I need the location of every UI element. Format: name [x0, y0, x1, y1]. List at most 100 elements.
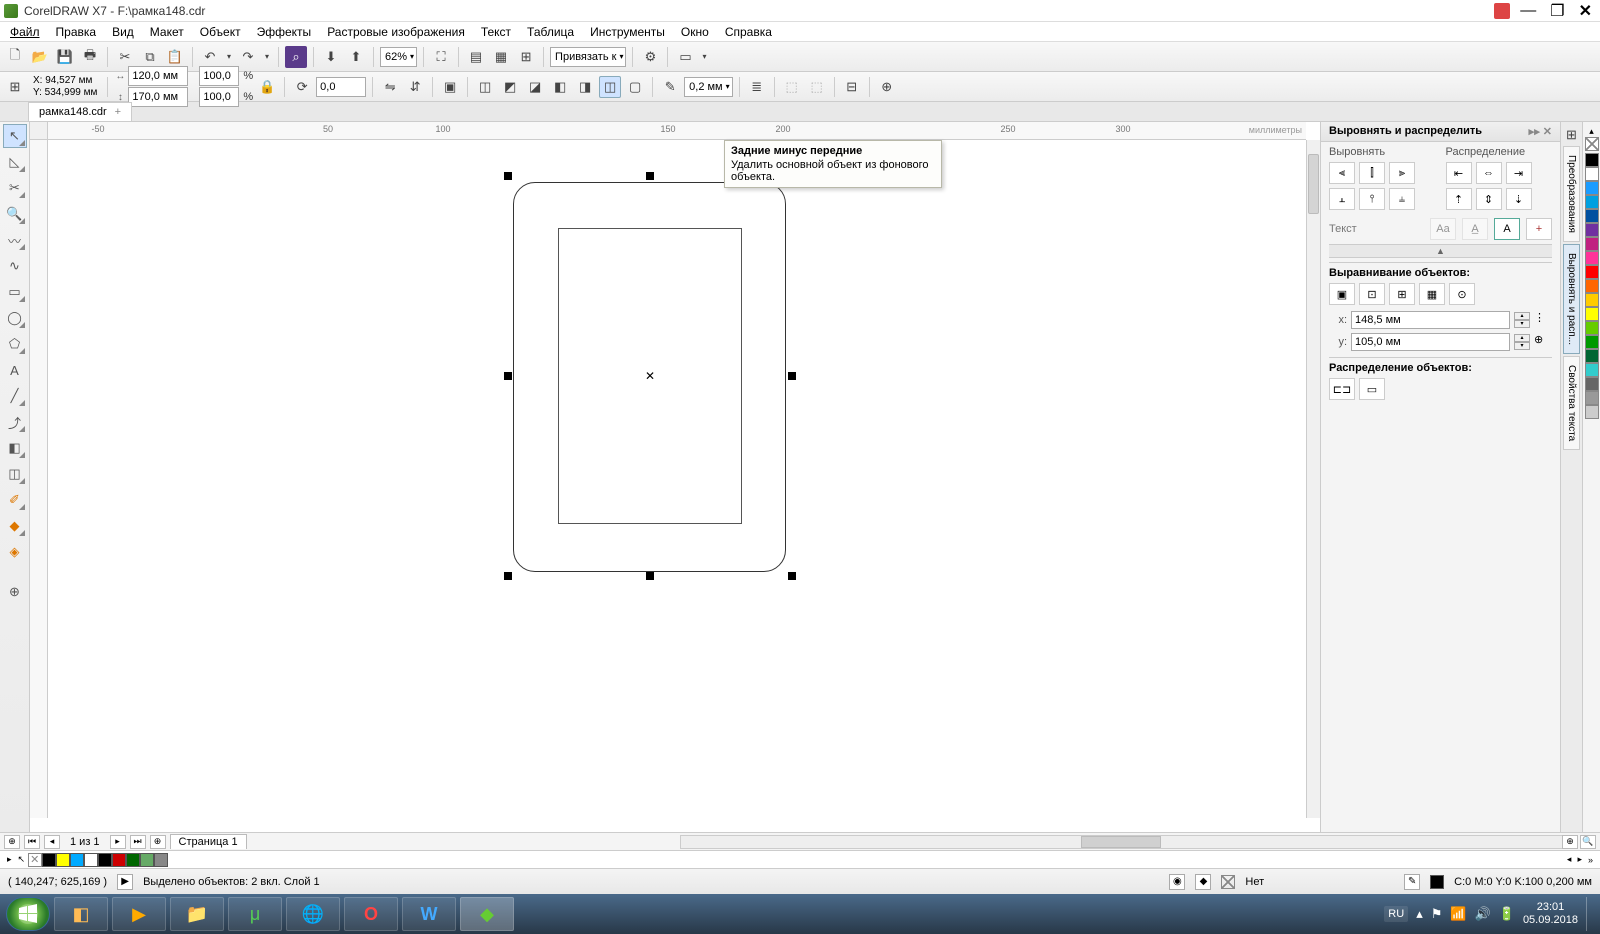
polygon-tool[interactable]: ⬠ — [3, 332, 27, 356]
guides-button[interactable]: ⊞ — [515, 46, 537, 68]
transparency-tool[interactable]: ◫ — [3, 462, 27, 486]
dist-left-button[interactable]: ⇤ — [1446, 162, 1472, 184]
dist-bottom-button[interactable]: ⇣ — [1506, 188, 1532, 210]
convert-curves2-button[interactable]: ⬚ — [806, 76, 828, 98]
menu-view[interactable]: Вид — [104, 23, 142, 41]
palette-left-icon[interactable]: ▸ — [4, 854, 15, 865]
align-center-v-button[interactable]: ⫯ — [1359, 188, 1385, 210]
align-bottom-button[interactable]: ⫨ — [1389, 188, 1415, 210]
color-swatch[interactable] — [1585, 391, 1599, 405]
vtab-align[interactable]: Выровнять и расп... — [1563, 244, 1580, 354]
dist-page-button[interactable]: ▭ — [1359, 378, 1385, 400]
tray-network-icon[interactable]: 📶 — [1450, 906, 1466, 922]
vtab-transform[interactable]: Преобразования — [1563, 146, 1580, 242]
align-left-button[interactable]: ⫷ — [1329, 162, 1355, 184]
dist-extent-button[interactable]: ⊏⊐ — [1329, 378, 1355, 400]
add-tool-button[interactable]: ⊕ — [3, 580, 27, 604]
dist-centerh-button[interactable]: ⇔ — [1476, 162, 1502, 184]
options-button[interactable]: ⚙ — [639, 46, 661, 68]
color-swatch[interactable] — [1585, 363, 1599, 377]
menu-bitmaps[interactable]: Растровые изображения — [319, 23, 473, 41]
simplify-button[interactable]: ◧ — [549, 76, 571, 98]
tray-show-hidden-icon[interactable]: ▴ — [1416, 906, 1423, 922]
target-button[interactable]: ⊕ — [1534, 333, 1552, 351]
lock-x-button[interactable]: ⋮ — [1534, 311, 1552, 329]
selection-handle[interactable] — [646, 572, 654, 580]
maximize-button[interactable]: ❐ — [1546, 1, 1568, 21]
color-swatch[interactable] — [154, 853, 168, 867]
tray-flag-icon[interactable]: ⚑ — [1431, 906, 1443, 922]
artistic-tool[interactable]: ∿ — [3, 254, 27, 278]
color-swatch[interactable] — [140, 853, 154, 867]
minimize-button[interactable]: — — [1516, 2, 1540, 20]
pick-tool[interactable]: ↖ — [3, 124, 27, 148]
color-swatch[interactable] — [70, 853, 84, 867]
color-proof-button[interactable]: ◉ — [1169, 874, 1185, 890]
crop-tool[interactable]: ✂ — [3, 176, 27, 200]
ellipse-tool[interactable]: ◯ — [3, 306, 27, 330]
outline-width-dropdown[interactable]: 0,2 мм ▾ — [684, 77, 733, 97]
front-minus-back-button[interactable]: ◨ — [574, 76, 596, 98]
horizontal-scrollbar[interactable] — [680, 835, 1570, 849]
spin-down-icon[interactable]: ▾ — [1514, 320, 1530, 328]
page-tab[interactable]: Страница 1 — [170, 834, 247, 849]
color-swatch[interactable] — [1585, 335, 1599, 349]
color-swatch[interactable] — [42, 853, 56, 867]
add-page-after-button[interactable]: ⊕ — [150, 835, 166, 849]
shape-tool[interactable]: ◺ — [3, 150, 27, 174]
color-swatch[interactable] — [1585, 405, 1599, 419]
color-swatch[interactable] — [1585, 195, 1599, 209]
palette-picker-icon[interactable]: ↖ — [15, 854, 29, 865]
cut-button[interactable]: ✂ — [114, 46, 136, 68]
palette-scroll-right-icon[interactable]: ▸ — [1574, 854, 1585, 865]
align-right-button[interactable]: ⫸ — [1389, 162, 1415, 184]
text-tool[interactable]: A — [3, 358, 27, 382]
no-color-swatch[interactable] — [28, 853, 42, 867]
color-swatch[interactable] — [1585, 349, 1599, 363]
menu-edit[interactable]: Правка — [48, 23, 105, 41]
color-swatch[interactable] — [84, 853, 98, 867]
align-page-button[interactable]: ⊡ — [1359, 283, 1385, 305]
dock-title[interactable]: Выровнять и распределить ▸▸ ✕ — [1321, 122, 1560, 142]
dist-right-button[interactable]: ⇥ — [1506, 162, 1532, 184]
menu-file[interactable]: Файл — [2, 23, 48, 41]
intersect-button[interactable]: ◪ — [524, 76, 546, 98]
taskbar-app[interactable]: O — [344, 897, 398, 931]
add-button[interactable]: ⊕ — [876, 76, 898, 98]
vtab-text-properties[interactable]: Свойства текста — [1563, 356, 1580, 450]
launch-dropdown-icon[interactable]: ▾ — [699, 46, 709, 68]
color-swatch[interactable] — [1585, 293, 1599, 307]
prev-page-button[interactable]: ◂ — [44, 835, 60, 849]
color-swatch[interactable] — [1585, 223, 1599, 237]
rulers-button[interactable]: ▤ — [465, 46, 487, 68]
color-swatch[interactable] — [1585, 265, 1599, 279]
scrollbar-thumb[interactable] — [1308, 154, 1319, 214]
scaley-input[interactable] — [199, 87, 239, 107]
scalex-input[interactable] — [199, 66, 239, 86]
navigator-button[interactable]: ⊕ — [1562, 835, 1578, 849]
height-input[interactable] — [128, 87, 188, 107]
selection-handle[interactable] — [504, 372, 512, 380]
export-button[interactable]: ⬆ — [345, 46, 367, 68]
align-bounds-button[interactable]: ▣ — [1329, 283, 1355, 305]
spin-down-icon[interactable]: ▾ — [1514, 342, 1530, 350]
taskbar-app[interactable]: 🌐 — [286, 897, 340, 931]
spin-up-icon[interactable]: ▴ — [1514, 334, 1530, 342]
taskbar-app[interactable]: 📁 — [170, 897, 224, 931]
last-page-button[interactable]: ⏭ — [130, 835, 146, 849]
mirror-h-button[interactable]: ⇋ — [379, 76, 401, 98]
outline-pen-icon[interactable]: ✎ — [659, 76, 681, 98]
width-input[interactable] — [128, 66, 188, 86]
launch-button[interactable]: ▭ — [674, 46, 696, 68]
zoom-tool[interactable]: 🔍 — [3, 202, 27, 226]
align-top-button[interactable]: ⫠ — [1329, 188, 1355, 210]
dist-top-button[interactable]: ⇡ — [1446, 188, 1472, 210]
color-swatch[interactable] — [98, 853, 112, 867]
color-swatch[interactable] — [1585, 209, 1599, 223]
color-swatch[interactable] — [1585, 377, 1599, 391]
text-add-button[interactable]: + — [1526, 218, 1552, 240]
align-distribute-button[interactable]: ⊟ — [841, 76, 863, 98]
menu-effects[interactable]: Эффекты — [249, 23, 320, 41]
drop-shadow-tool[interactable]: ◧ — [3, 436, 27, 460]
back-minus-front-button[interactable]: ◫ — [599, 76, 621, 98]
